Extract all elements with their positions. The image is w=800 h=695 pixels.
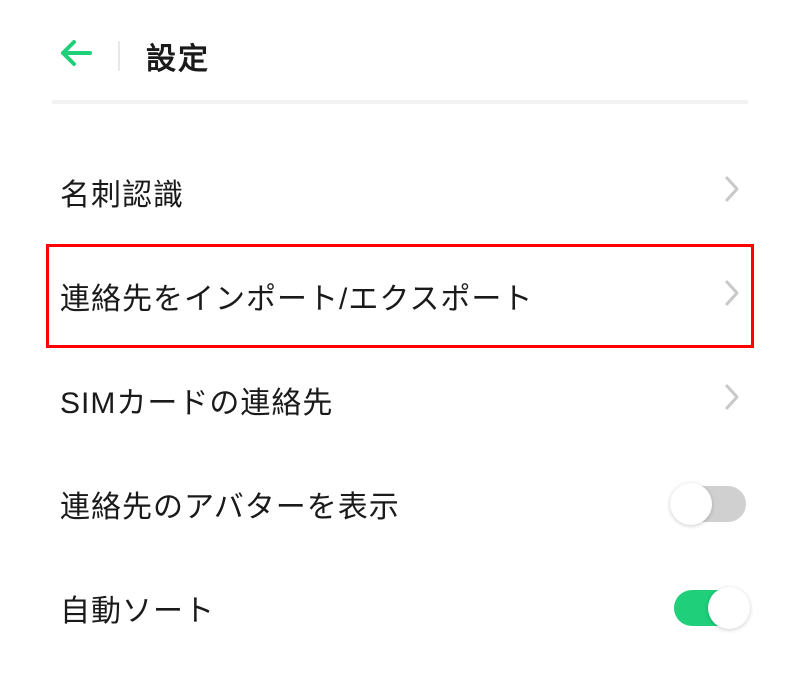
auto-sort-toggle[interactable] xyxy=(674,590,746,626)
setting-label: SIMカードの連絡先 xyxy=(60,378,333,422)
toggle-knob xyxy=(670,483,712,525)
avatar-toggle[interactable] xyxy=(674,486,746,522)
setting-item-import-export[interactable]: 連絡先をインポート/エクスポート xyxy=(46,244,754,348)
header: 設定 xyxy=(4,4,796,100)
chevron-right-icon xyxy=(724,279,740,313)
setting-item-auto-sort: 自動ソート xyxy=(46,556,754,660)
toggle-knob xyxy=(708,587,750,629)
setting-item-show-avatar: 連絡先のアバターを表示 xyxy=(46,452,754,556)
setting-item-namecard[interactable]: 名刺認識 xyxy=(46,140,754,244)
back-arrow-icon[interactable] xyxy=(60,39,92,73)
setting-label: 自動ソート xyxy=(60,586,215,630)
header-divider xyxy=(118,41,120,71)
header-separator xyxy=(52,100,748,104)
chevron-right-icon xyxy=(724,175,740,209)
settings-screen: 設定 名刺認識 連絡先をインポート/エクスポート SIMカードの連絡先 xyxy=(4,4,796,660)
setting-label: 連絡先をインポート/エクスポート xyxy=(60,274,533,318)
settings-list: 名刺認識 連絡先をインポート/エクスポート SIMカードの連絡先 xyxy=(4,140,796,660)
setting-item-sim-contacts[interactable]: SIMカードの連絡先 xyxy=(46,348,754,452)
page-title: 設定 xyxy=(146,34,210,78)
setting-label: 名刺認識 xyxy=(60,170,184,214)
chevron-right-icon xyxy=(724,383,740,417)
setting-label: 連絡先のアバターを表示 xyxy=(60,482,400,526)
